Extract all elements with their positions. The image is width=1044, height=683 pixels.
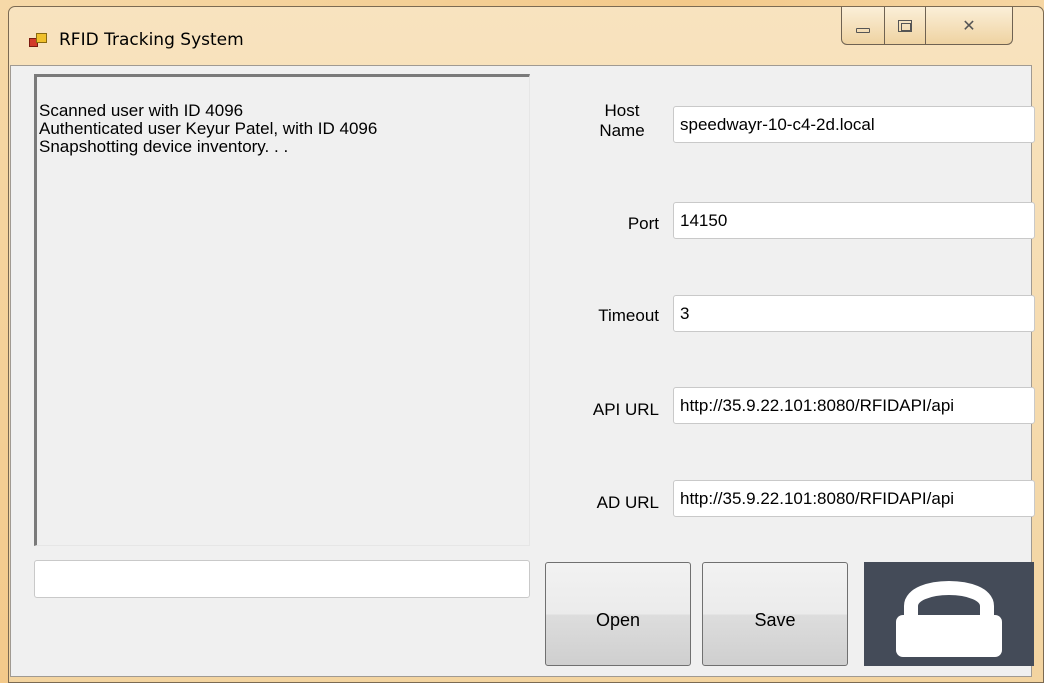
log-line: Authenticated user Keyur Patel, with ID … xyxy=(39,119,378,138)
timeout-label: Timeout xyxy=(598,306,659,325)
host-name-label: Host Name xyxy=(599,101,645,140)
minimize-icon xyxy=(856,28,870,33)
maximize-button[interactable] xyxy=(884,7,926,45)
minimize-button[interactable] xyxy=(841,7,885,45)
app-icon xyxy=(29,33,47,47)
log-line: Snapshotting device inventory. . . xyxy=(39,137,289,156)
log-line: Scanned user with ID 4096 xyxy=(39,101,244,120)
lock-icon xyxy=(896,581,1002,657)
open-button[interactable]: Open xyxy=(545,562,691,666)
timeout-field[interactable] xyxy=(673,295,1035,332)
api-url-label: API URL xyxy=(592,400,659,419)
close-icon: ✕ xyxy=(962,16,976,35)
lock-button[interactable] xyxy=(864,562,1034,666)
host-name-field[interactable] xyxy=(673,106,1035,143)
app-window: RFID Tracking System ✕ Scanned user with… xyxy=(8,6,1044,683)
api-url-field[interactable] xyxy=(673,387,1035,424)
save-button[interactable]: Save xyxy=(702,562,848,666)
restore-icon xyxy=(898,19,912,32)
client-area: Scanned user with ID 4096 Authenticated … xyxy=(10,65,1035,677)
port-label: Port xyxy=(627,214,659,233)
close-button[interactable]: ✕ xyxy=(925,7,1013,45)
ad-url-field[interactable] xyxy=(673,480,1035,517)
log-output[interactable]: Scanned user with ID 4096 Authenticated … xyxy=(34,74,530,546)
window-title: RFID Tracking System xyxy=(59,30,244,50)
title-bar[interactable]: RFID Tracking System ✕ xyxy=(9,7,1043,65)
port-field[interactable] xyxy=(673,202,1035,239)
ad-url-label: AD URL xyxy=(596,493,659,512)
command-input[interactable] xyxy=(34,560,530,598)
